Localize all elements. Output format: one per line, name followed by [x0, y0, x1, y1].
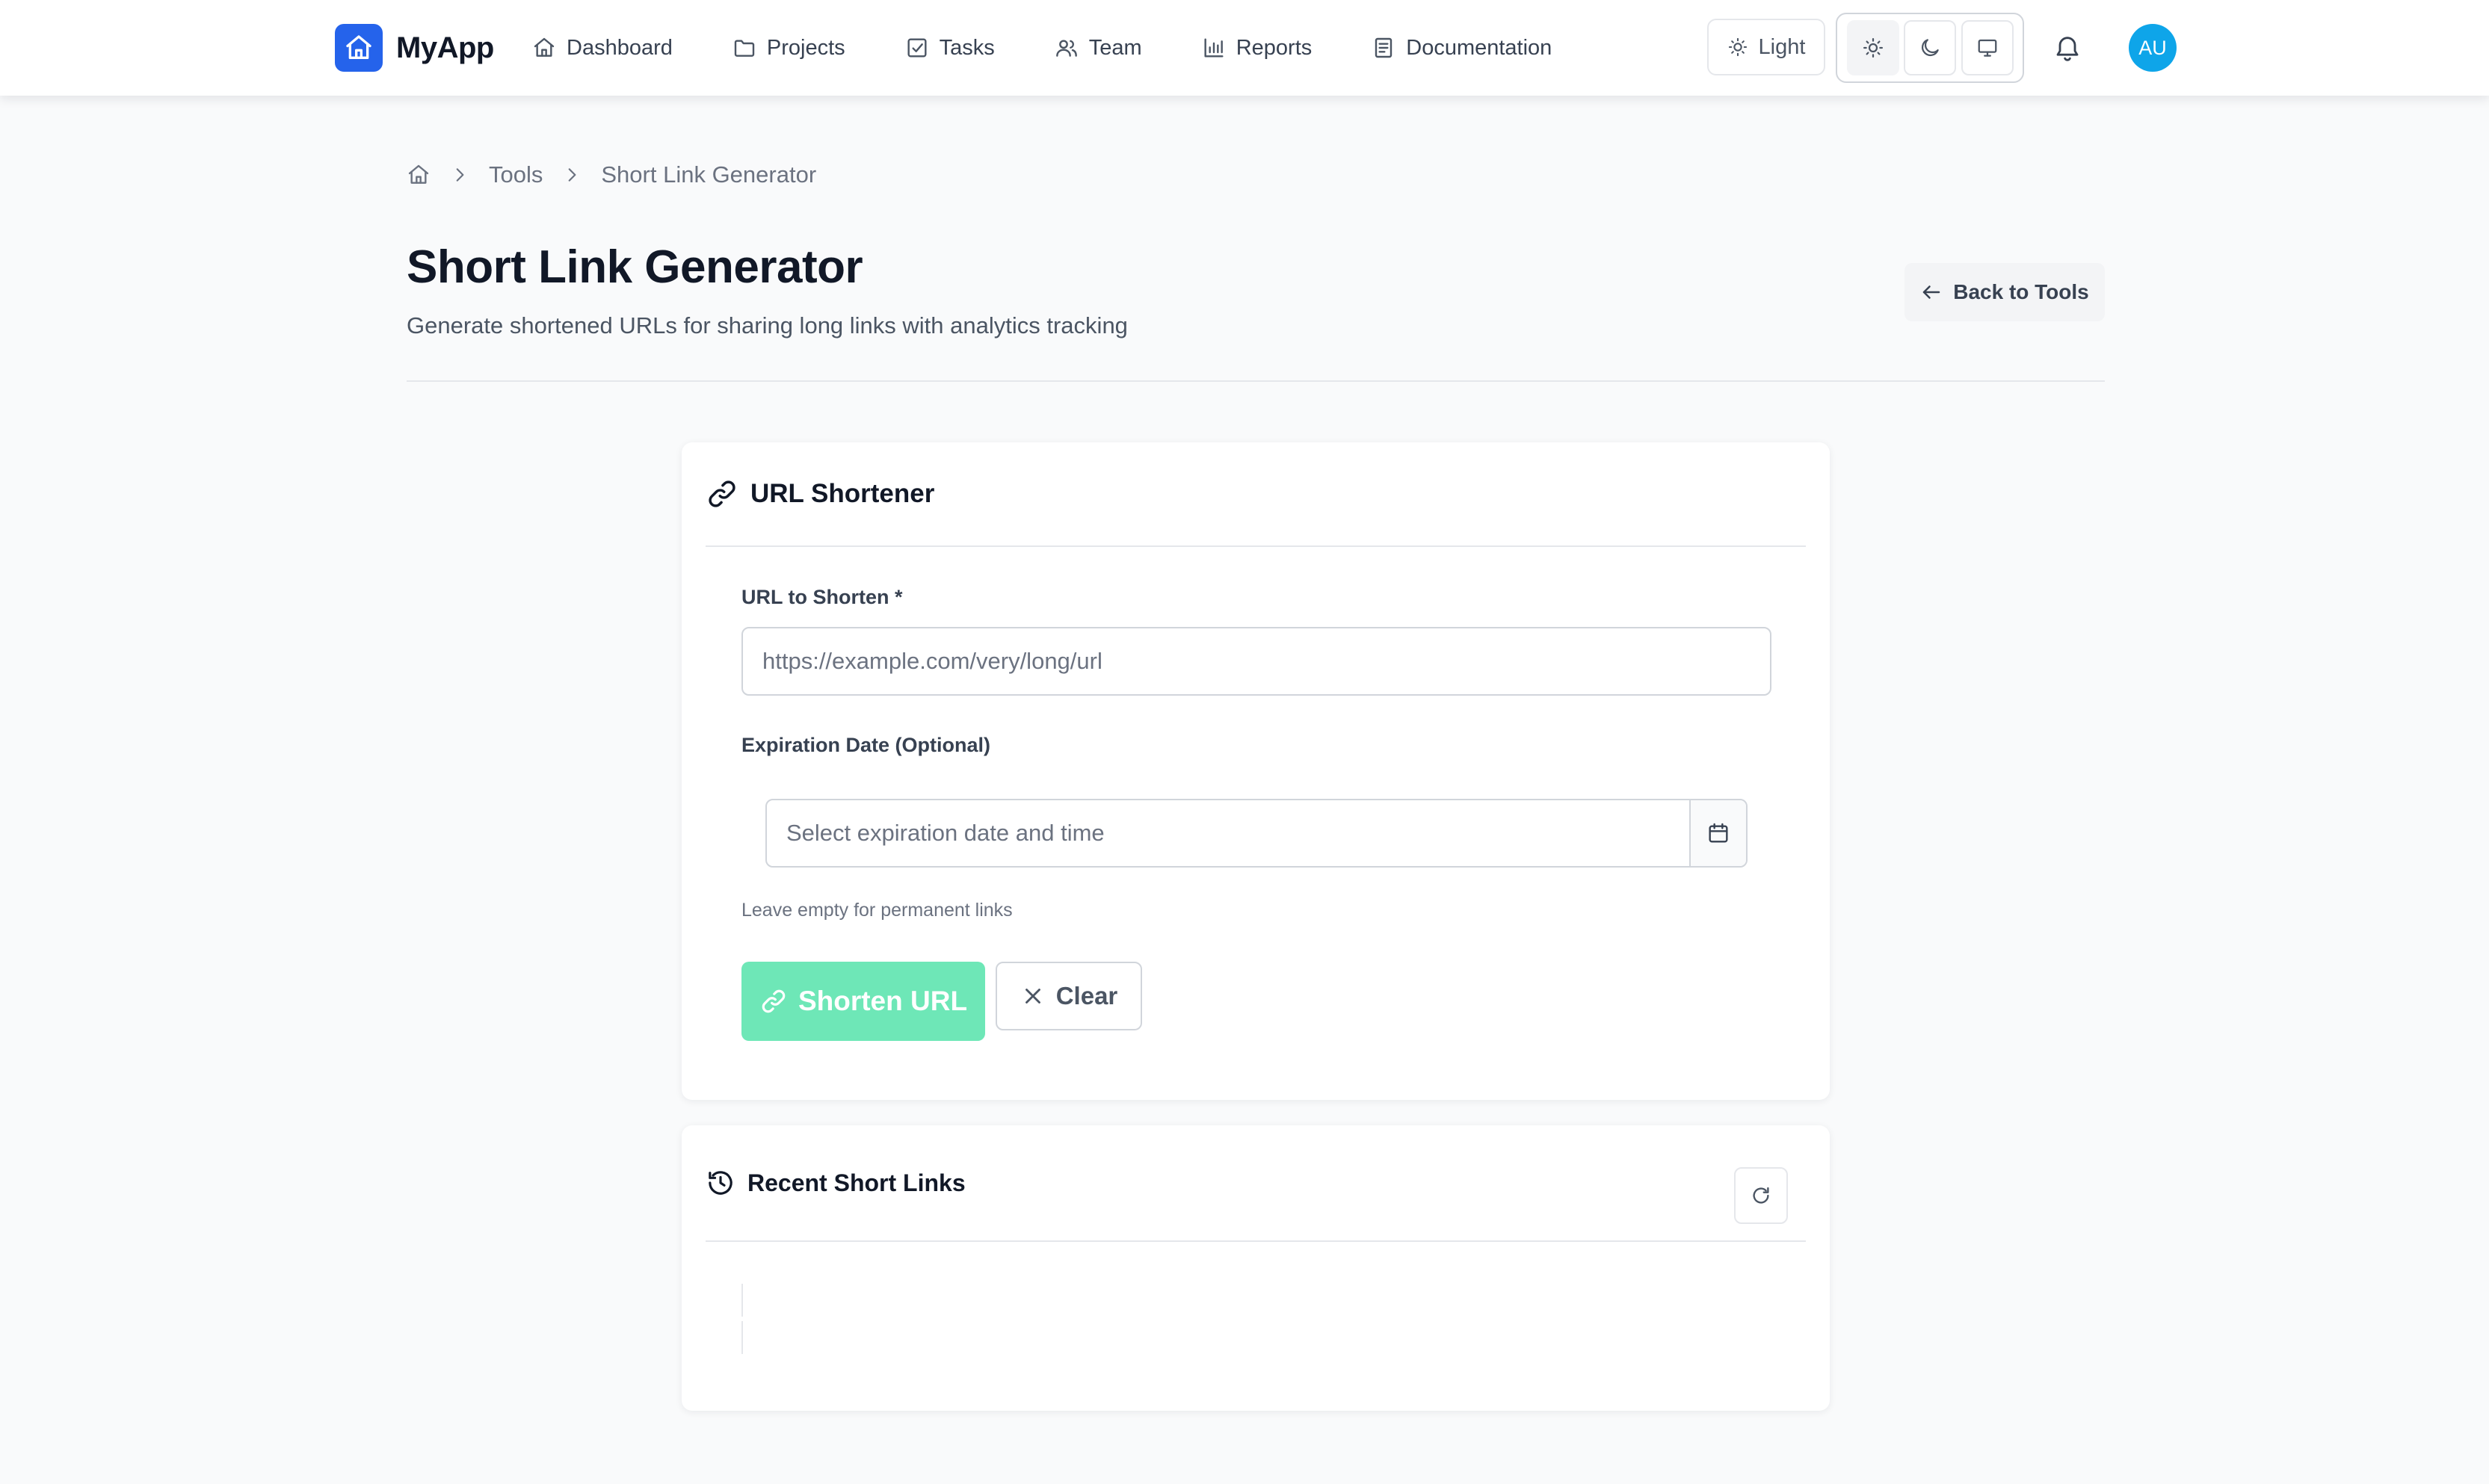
- recent-links-title: Recent Short Links: [747, 1169, 966, 1196]
- clear-label: Clear: [1055, 982, 1118, 1010]
- breadcrumb-item-current: Short Link Generator: [601, 161, 817, 188]
- url-input[interactable]: [741, 627, 1771, 696]
- close-icon: [1020, 983, 1046, 1009]
- breadcrumb-item-tools[interactable]: Tools: [489, 161, 543, 188]
- calendar-button[interactable]: [1689, 800, 1746, 866]
- expiration-field-label: Expiration Date (Optional): [741, 734, 991, 756]
- url-shortener-card-header: URL Shortener: [706, 442, 1806, 547]
- main-nav: Dashboard Projects Tasks Team Reports Do…: [532, 25, 1552, 70]
- link-icon: [759, 987, 788, 1015]
- nav-item-reports[interactable]: Reports: [1202, 35, 1313, 61]
- checkbox-icon: [905, 36, 929, 60]
- moon-icon: [1919, 37, 1941, 59]
- top-navigation-bar: MyApp Dashboard Projects Tasks Team Repo…: [0, 0, 2489, 96]
- breadcrumb: Tools Short Link Generator: [407, 158, 816, 191]
- refresh-button[interactable]: [1734, 1167, 1788, 1224]
- back-to-tools-button[interactable]: Back to Tools: [1904, 263, 2105, 321]
- calendar-icon: [1706, 821, 1730, 845]
- expiration-date-input[interactable]: [767, 800, 1689, 866]
- url-field-label: URL to Shorten *: [741, 586, 903, 608]
- nav-item-label: Dashboard: [567, 35, 673, 60]
- theme-option-light[interactable]: [1846, 20, 1899, 75]
- nav-item-label: Projects: [766, 35, 845, 60]
- nav-item-team[interactable]: Team: [1055, 36, 1142, 61]
- history-icon: [706, 1168, 735, 1198]
- page-title: Short Link Generator: [407, 241, 863, 293]
- link-icon: [706, 477, 738, 510]
- expiration-hint: Leave empty for permanent links: [741, 900, 1013, 921]
- url-shortener-card: URL Shortener URL to Shorten * Expiratio…: [682, 442, 1830, 1100]
- nav-item-label: Team: [1088, 35, 1142, 60]
- breadcrumb-home-icon[interactable]: [407, 163, 431, 187]
- loading-placeholder: [741, 1321, 743, 1354]
- back-to-tools-label: Back to Tools: [1953, 280, 2089, 303]
- expiration-date-picker: [765, 799, 1748, 868]
- home-icon: [532, 36, 556, 60]
- header-divider: [407, 380, 2105, 382]
- recent-links-card-header: Recent Short Links: [706, 1125, 1806, 1242]
- document-icon: [1372, 36, 1395, 60]
- shorten-url-button[interactable]: Shorten URL: [741, 962, 985, 1041]
- theme-option-system[interactable]: [1961, 20, 2014, 75]
- brand[interactable]: MyApp: [335, 24, 494, 72]
- url-shortener-title: URL Shortener: [750, 479, 935, 508]
- nav-item-tasks[interactable]: Tasks: [905, 36, 995, 61]
- theme-toggle-label: Light: [1758, 34, 1806, 59]
- nav-item-documentation[interactable]: Documentation: [1372, 36, 1552, 61]
- page-subtitle: Generate shortened URLs for sharing long…: [407, 312, 1128, 338]
- nav-item-projects[interactable]: Projects: [732, 36, 845, 61]
- bell-icon: [2052, 33, 2082, 63]
- users-icon: [1055, 36, 1079, 60]
- chevron-right-icon: [562, 165, 582, 185]
- arrow-left-icon: [1920, 281, 1943, 303]
- nav-item-label: Reports: [1236, 35, 1313, 60]
- bar-chart-icon: [1202, 36, 1226, 60]
- nav-item-label: Tasks: [939, 35, 995, 60]
- sun-icon: [1727, 37, 1748, 58]
- theme-option-dark[interactable]: [1904, 20, 1956, 75]
- monitor-icon: [1976, 37, 1999, 59]
- loading-placeholder: [741, 1284, 743, 1317]
- theme-selector: [1836, 13, 2024, 83]
- brand-logo-icon: [335, 24, 383, 72]
- avatar-initials: AU: [2138, 36, 2167, 59]
- recent-links-list: [741, 1282, 1773, 1354]
- refresh-icon: [1750, 1184, 1772, 1207]
- folder-icon: [732, 36, 756, 60]
- theme-toggle-button[interactable]: Light: [1707, 19, 1825, 75]
- avatar[interactable]: AU: [2129, 24, 2177, 72]
- clear-button[interactable]: Clear: [996, 962, 1142, 1030]
- nav-item-dashboard[interactable]: Dashboard: [532, 36, 673, 61]
- nav-item-label: Documentation: [1406, 35, 1552, 60]
- notifications-button[interactable]: [2048, 28, 2087, 67]
- brand-name: MyApp: [396, 31, 494, 64]
- shorten-url-label: Shorten URL: [798, 986, 968, 1016]
- recent-short-links-card: Recent Short Links: [682, 1125, 1830, 1411]
- chevron-right-icon: [450, 165, 469, 185]
- sun-icon: [1862, 37, 1884, 59]
